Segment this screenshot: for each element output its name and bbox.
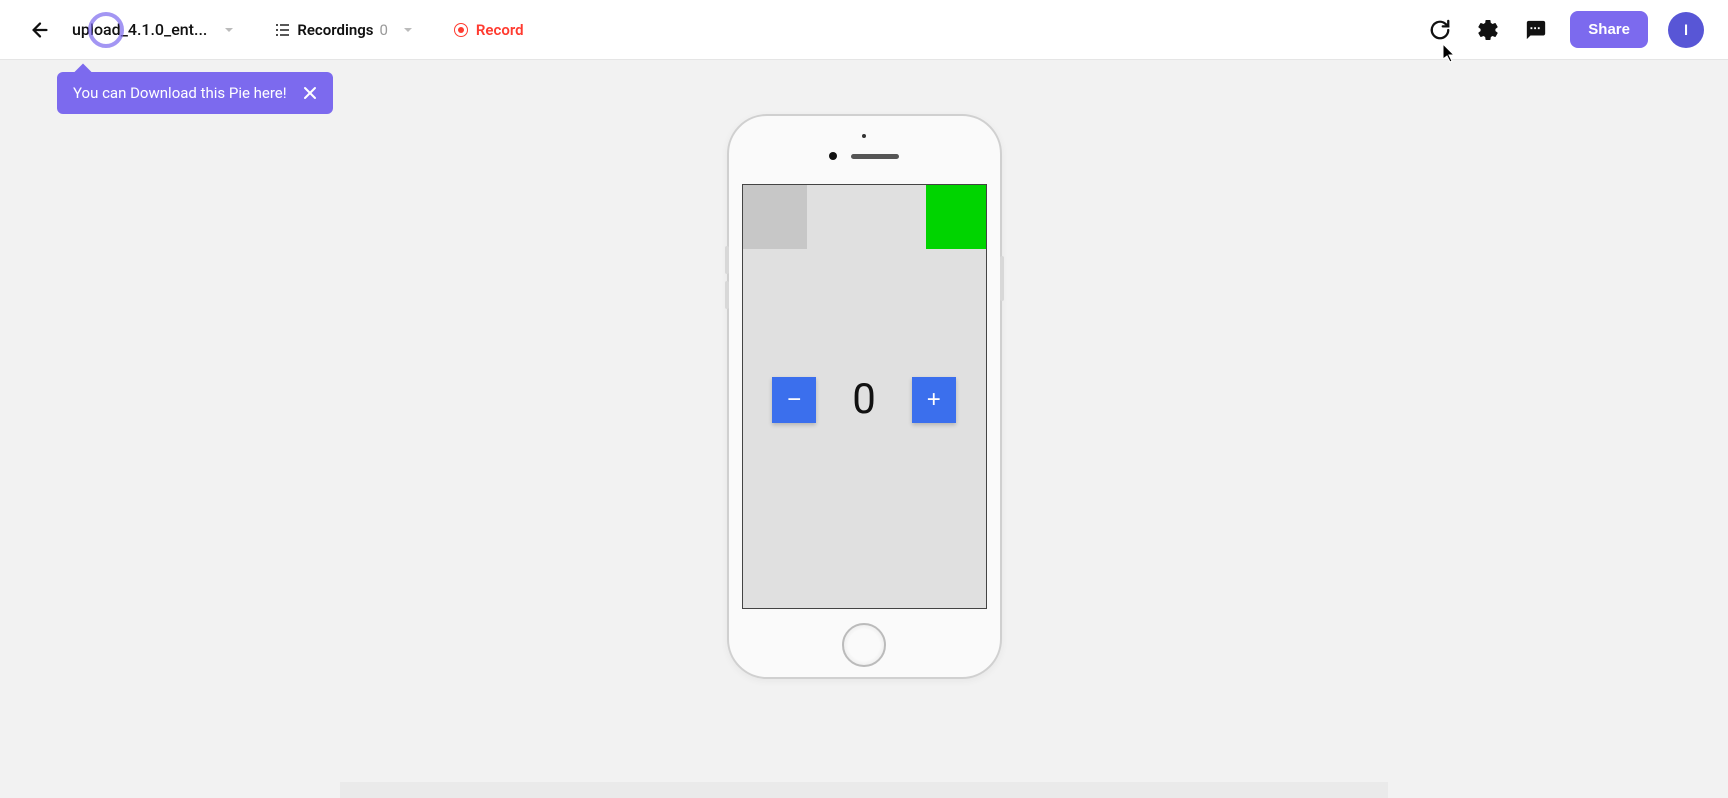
share-button[interactable]: Share (1570, 11, 1648, 48)
recordings-label: Recordings (297, 21, 373, 39)
chat-button[interactable] (1522, 16, 1550, 44)
header: upload_4.1.0_ent... Recordings 0 Record … (0, 0, 1728, 60)
back-button[interactable] (24, 14, 56, 46)
download-tooltip: You can Download this Pie here! (57, 72, 333, 114)
project-dropdown[interactable] (219, 20, 239, 40)
tooltip-text: You can Download this Pie here! (73, 84, 287, 102)
record-icon (454, 23, 468, 37)
recordings-section[interactable]: Recordings 0 (275, 20, 418, 40)
phone-volume-down (725, 281, 729, 309)
bottom-bar (340, 782, 1388, 798)
reload-button[interactable] (1426, 16, 1454, 44)
reload-icon (1429, 19, 1451, 41)
header-left: upload_4.1.0_ent... Recordings 0 Record (24, 14, 524, 46)
settings-button[interactable] (1474, 16, 1502, 44)
recordings-dropdown[interactable] (398, 20, 418, 40)
app-gray-block[interactable] (743, 185, 807, 249)
close-icon (303, 86, 317, 100)
tooltip-close-button[interactable] (303, 86, 317, 100)
project-name[interactable]: upload_4.1.0_ent... (72, 20, 207, 39)
phone-speaker-row (829, 152, 899, 160)
app-green-block[interactable] (926, 185, 986, 249)
phone-sensor (862, 134, 866, 138)
home-button[interactable] (842, 623, 886, 667)
gear-icon (1476, 18, 1500, 42)
main-canvas: You can Download this Pie here! − 0 + (0, 60, 1728, 798)
chat-icon (1525, 19, 1547, 41)
chevron-down-icon (223, 24, 235, 36)
recordings-count: 0 (379, 21, 387, 39)
list-icon (275, 22, 291, 38)
chevron-down-icon (402, 24, 414, 36)
avatar[interactable]: I (1668, 12, 1704, 48)
phone-power (1000, 256, 1004, 301)
phone-volume-up (725, 246, 729, 274)
counter-value: 0 (852, 375, 876, 424)
phone-screen[interactable]: − 0 + (742, 184, 987, 609)
counter-row: − 0 + (743, 375, 986, 424)
record-button[interactable]: Record (454, 21, 524, 39)
phone-simulator: − 0 + (727, 114, 1002, 679)
decrement-button[interactable]: − (772, 377, 816, 423)
arrow-left-icon (29, 19, 51, 41)
record-label: Record (476, 21, 524, 39)
header-right: Share I (1426, 11, 1704, 48)
increment-button[interactable]: + (912, 377, 956, 423)
